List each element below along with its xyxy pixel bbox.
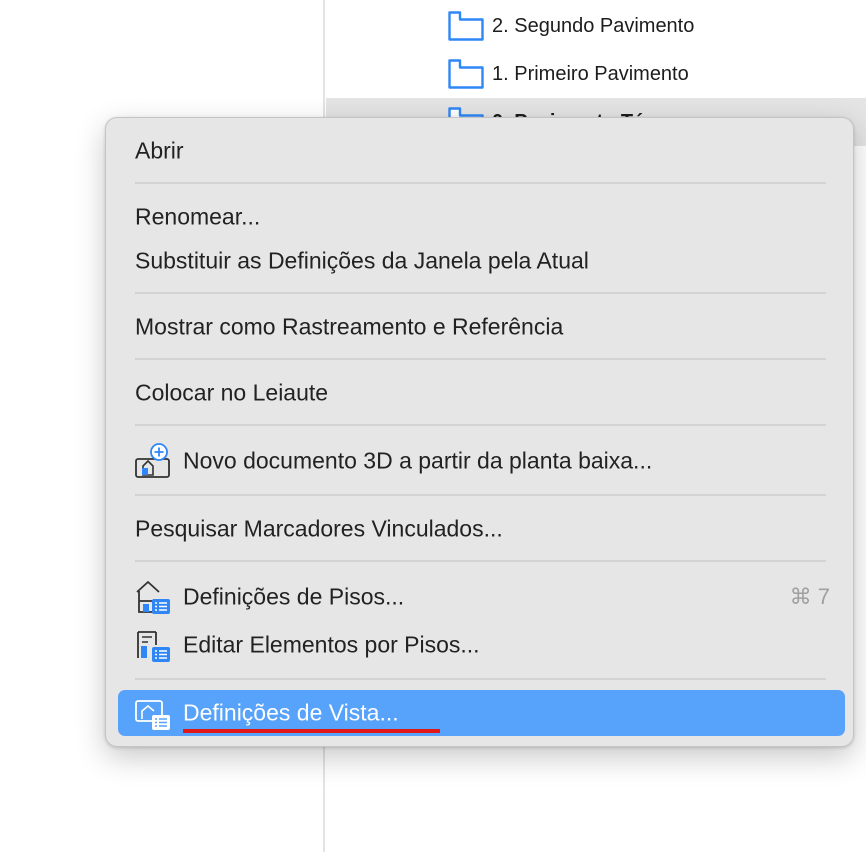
menu-item-show-as-trace-reference[interactable]: Mostrar como Rastreamento e Referência [118, 304, 845, 350]
menu-item-rename[interactable]: Renomear... [118, 194, 845, 240]
menu-separator [135, 182, 826, 184]
menu-item-story-settings[interactable]: Definições de Pisos... ⌘ 7 [118, 574, 845, 620]
tree-item-primeiro-pavimento[interactable]: 1. Primeiro Pavimento [326, 50, 866, 98]
menu-item-label: Abrir [135, 137, 184, 164]
shortcut-label: ⌘ 7 [789, 584, 830, 609]
menu-item-label: Novo documento 3D a partir da planta bai… [183, 447, 653, 474]
menu-item-edit-elements-by-story[interactable]: Editar Elementos por Pisos... [118, 622, 845, 668]
menu-separator [135, 678, 826, 680]
menu-separator [135, 358, 826, 360]
menu-item-label: Colocar no Leiaute [135, 379, 329, 406]
view-settings-icon [135, 700, 170, 730]
menu-item-open[interactable]: Abrir [118, 128, 845, 174]
edit-elements-by-story-icon [137, 631, 170, 662]
tree-item-segundo-pavimento[interactable]: 2. Segundo Pavimento [326, 2, 866, 50]
context-menu: Abrir Renomear... Substituir as Definiçõ… [105, 117, 854, 747]
menu-item-label: Mostrar como Rastreamento e Referência [135, 313, 564, 340]
floor-plan-icon [448, 11, 484, 41]
menu-item-search-linked-markers[interactable]: Pesquisar Marcadores Vinculados... [118, 506, 845, 552]
menu-item-label: Definições de Vista... [183, 699, 399, 726]
menu-item-label: Definições de Pisos... [183, 583, 405, 610]
tree-item-label: 2. Segundo Pavimento [492, 14, 695, 37]
menu-separator [135, 494, 826, 496]
menu-item-label: Pesquisar Marcadores Vinculados... [135, 515, 503, 542]
menu-item-label: Renomear... [135, 203, 261, 230]
menu-item-place-on-layout[interactable]: Colocar no Leiaute [118, 370, 845, 416]
menu-item-label: Editar Elementos por Pisos... [183, 631, 480, 658]
tree-item-label: 1. Primeiro Pavimento [492, 62, 689, 85]
floor-plan-icon [448, 59, 484, 89]
menu-item-replace-window-settings[interactable]: Substituir as Definições da Janela pela … [118, 238, 845, 284]
new-3d-document-icon [135, 443, 170, 478]
menu-separator [135, 424, 826, 426]
menu-item-label: Substituir as Definições da Janela pela … [135, 247, 589, 274]
annotation-underline [183, 729, 440, 733]
story-settings-icon [136, 581, 170, 614]
menu-separator [135, 292, 826, 294]
menu-item-new-3d-document[interactable]: Novo documento 3D a partir da planta bai… [118, 438, 845, 484]
menu-separator [135, 560, 826, 562]
